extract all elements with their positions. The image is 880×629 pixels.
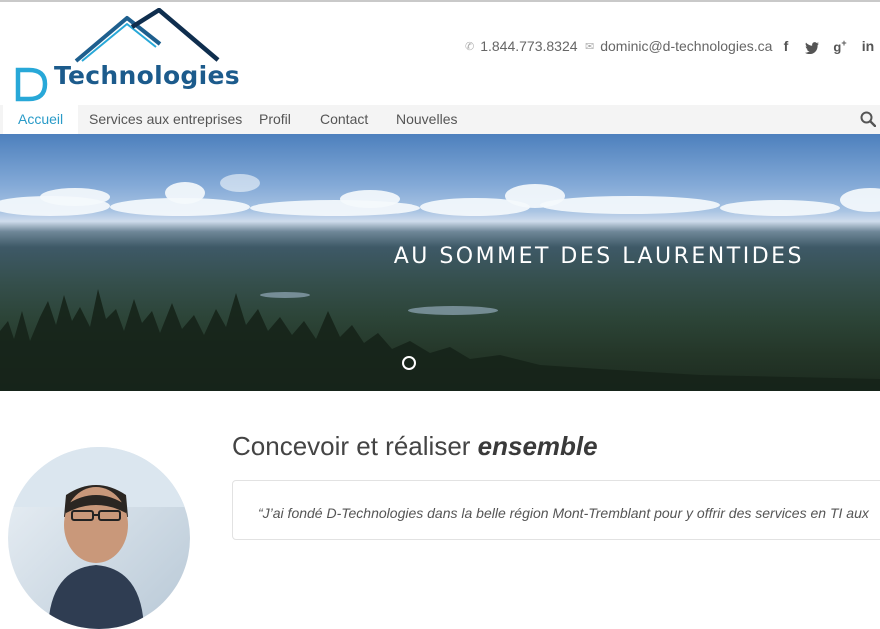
phone-number: 1.844.773.8324 (480, 38, 578, 54)
hero-caption: AU SOMMET DES LAURENTIDES (393, 244, 804, 269)
hero-tree-silhouette (0, 289, 880, 391)
header-contacts: ✆ 1.844.773.8324 ✉ dominic@d-technologie… (0, 38, 880, 58)
hero-clouds (0, 174, 880, 218)
nav-item-nouvelles[interactable]: Nouvelles (381, 105, 472, 134)
founder-quote-text: “J’ai fondé D-Technologies dans la belle… (258, 505, 869, 521)
main-navigation: Accueil Services aux entreprises Profil … (0, 105, 880, 135)
logo-wordmark: Technologies (54, 61, 240, 90)
section-title-text: Concevoir et réaliser (232, 431, 478, 461)
email-address: dominic@d-technologies.ca (600, 38, 773, 54)
section-title-emphasis: ensemble (477, 431, 598, 461)
top-border-line (0, 0, 880, 2)
hero-slider[interactable]: AU SOMMET DES LAURENTIDES (0, 134, 880, 391)
nav-item-services[interactable]: Services aux entreprises (74, 105, 257, 134)
nav-item-contact[interactable]: Contact (305, 105, 383, 134)
envelope-icon: ✉ (585, 40, 595, 53)
facebook-icon[interactable]: f (777, 38, 795, 54)
founder-avatar (8, 447, 190, 629)
google-plus-icon[interactable]: g+ (831, 38, 849, 54)
slider-dot[interactable] (402, 356, 416, 370)
nav-item-profil[interactable]: Profil (244, 105, 306, 134)
search-icon[interactable] (860, 111, 877, 132)
founder-quote-box: “J’ai fondé D-Technologies dans la belle… (232, 480, 880, 540)
phone-icon: ✆ (465, 40, 475, 53)
email-contact[interactable]: ✉ dominic@d-technologies.ca (585, 38, 772, 54)
phone-contact[interactable]: ✆ 1.844.773.8324 (465, 38, 578, 54)
logo-letter-d: D (22, 93, 23, 95)
twitter-icon[interactable] (803, 38, 821, 57)
nav-item-accueil[interactable]: Accueil (3, 105, 79, 134)
linkedin-icon[interactable]: in (859, 38, 877, 54)
section-title: Concevoir et réaliser ensemble (232, 431, 598, 462)
